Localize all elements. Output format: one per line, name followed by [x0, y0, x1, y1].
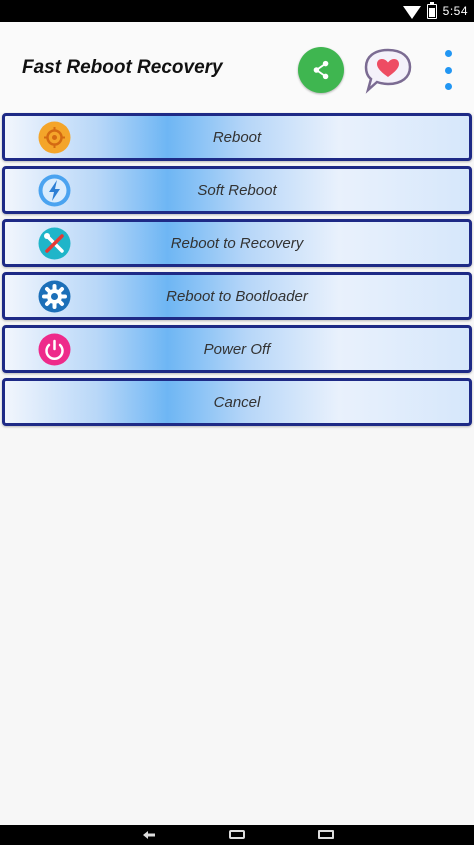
reboot-to-bootloader-button[interactable]: Reboot to Bootloader: [2, 272, 472, 320]
status-bar: 5:54: [0, 0, 474, 22]
reboot-label: Reboot: [212, 128, 262, 146]
rate-button[interactable]: [362, 46, 414, 94]
reboot-to-recovery-label: Reboot to Recovery: [170, 234, 304, 252]
back-icon[interactable]: [142, 829, 156, 841]
reboot-button[interactable]: Reboot: [2, 113, 472, 161]
status-icons: 5:54: [402, 1, 468, 19]
power-off-button[interactable]: Power Off: [2, 325, 472, 373]
share-button[interactable]: [298, 47, 344, 93]
reboot-options-menu: Reboot Soft Reboot Reboot to Recovery Re…: [2, 113, 472, 431]
reboot-to-recovery-button[interactable]: Reboot to Recovery: [2, 219, 472, 267]
overflow-menu-icon: [444, 50, 452, 57]
wifi-icon: [402, 5, 421, 19]
battery-icon: [426, 1, 437, 19]
recents-icon[interactable]: [318, 830, 334, 839]
navigation-bar: [0, 825, 474, 845]
app-title: Fast Reboot Recovery: [22, 57, 223, 78]
cancel-label: Cancel: [213, 393, 261, 411]
app-bar: Fast Reboot Recovery: [0, 22, 474, 112]
cancel-button[interactable]: Cancel: [2, 378, 472, 426]
power-off-label: Power Off: [203, 340, 271, 358]
home-icon[interactable]: [229, 830, 245, 839]
soft-reboot-button[interactable]: Soft Reboot: [2, 166, 472, 214]
reboot-to-bootloader-label: Reboot to Bootloader: [166, 287, 308, 305]
share-icon: [313, 60, 329, 80]
status-time: 5:54: [442, 4, 468, 18]
rate-heart-icon: [364, 48, 412, 94]
soft-reboot-label: Soft Reboot: [197, 181, 277, 199]
overflow-menu-button[interactable]: [440, 50, 456, 90]
